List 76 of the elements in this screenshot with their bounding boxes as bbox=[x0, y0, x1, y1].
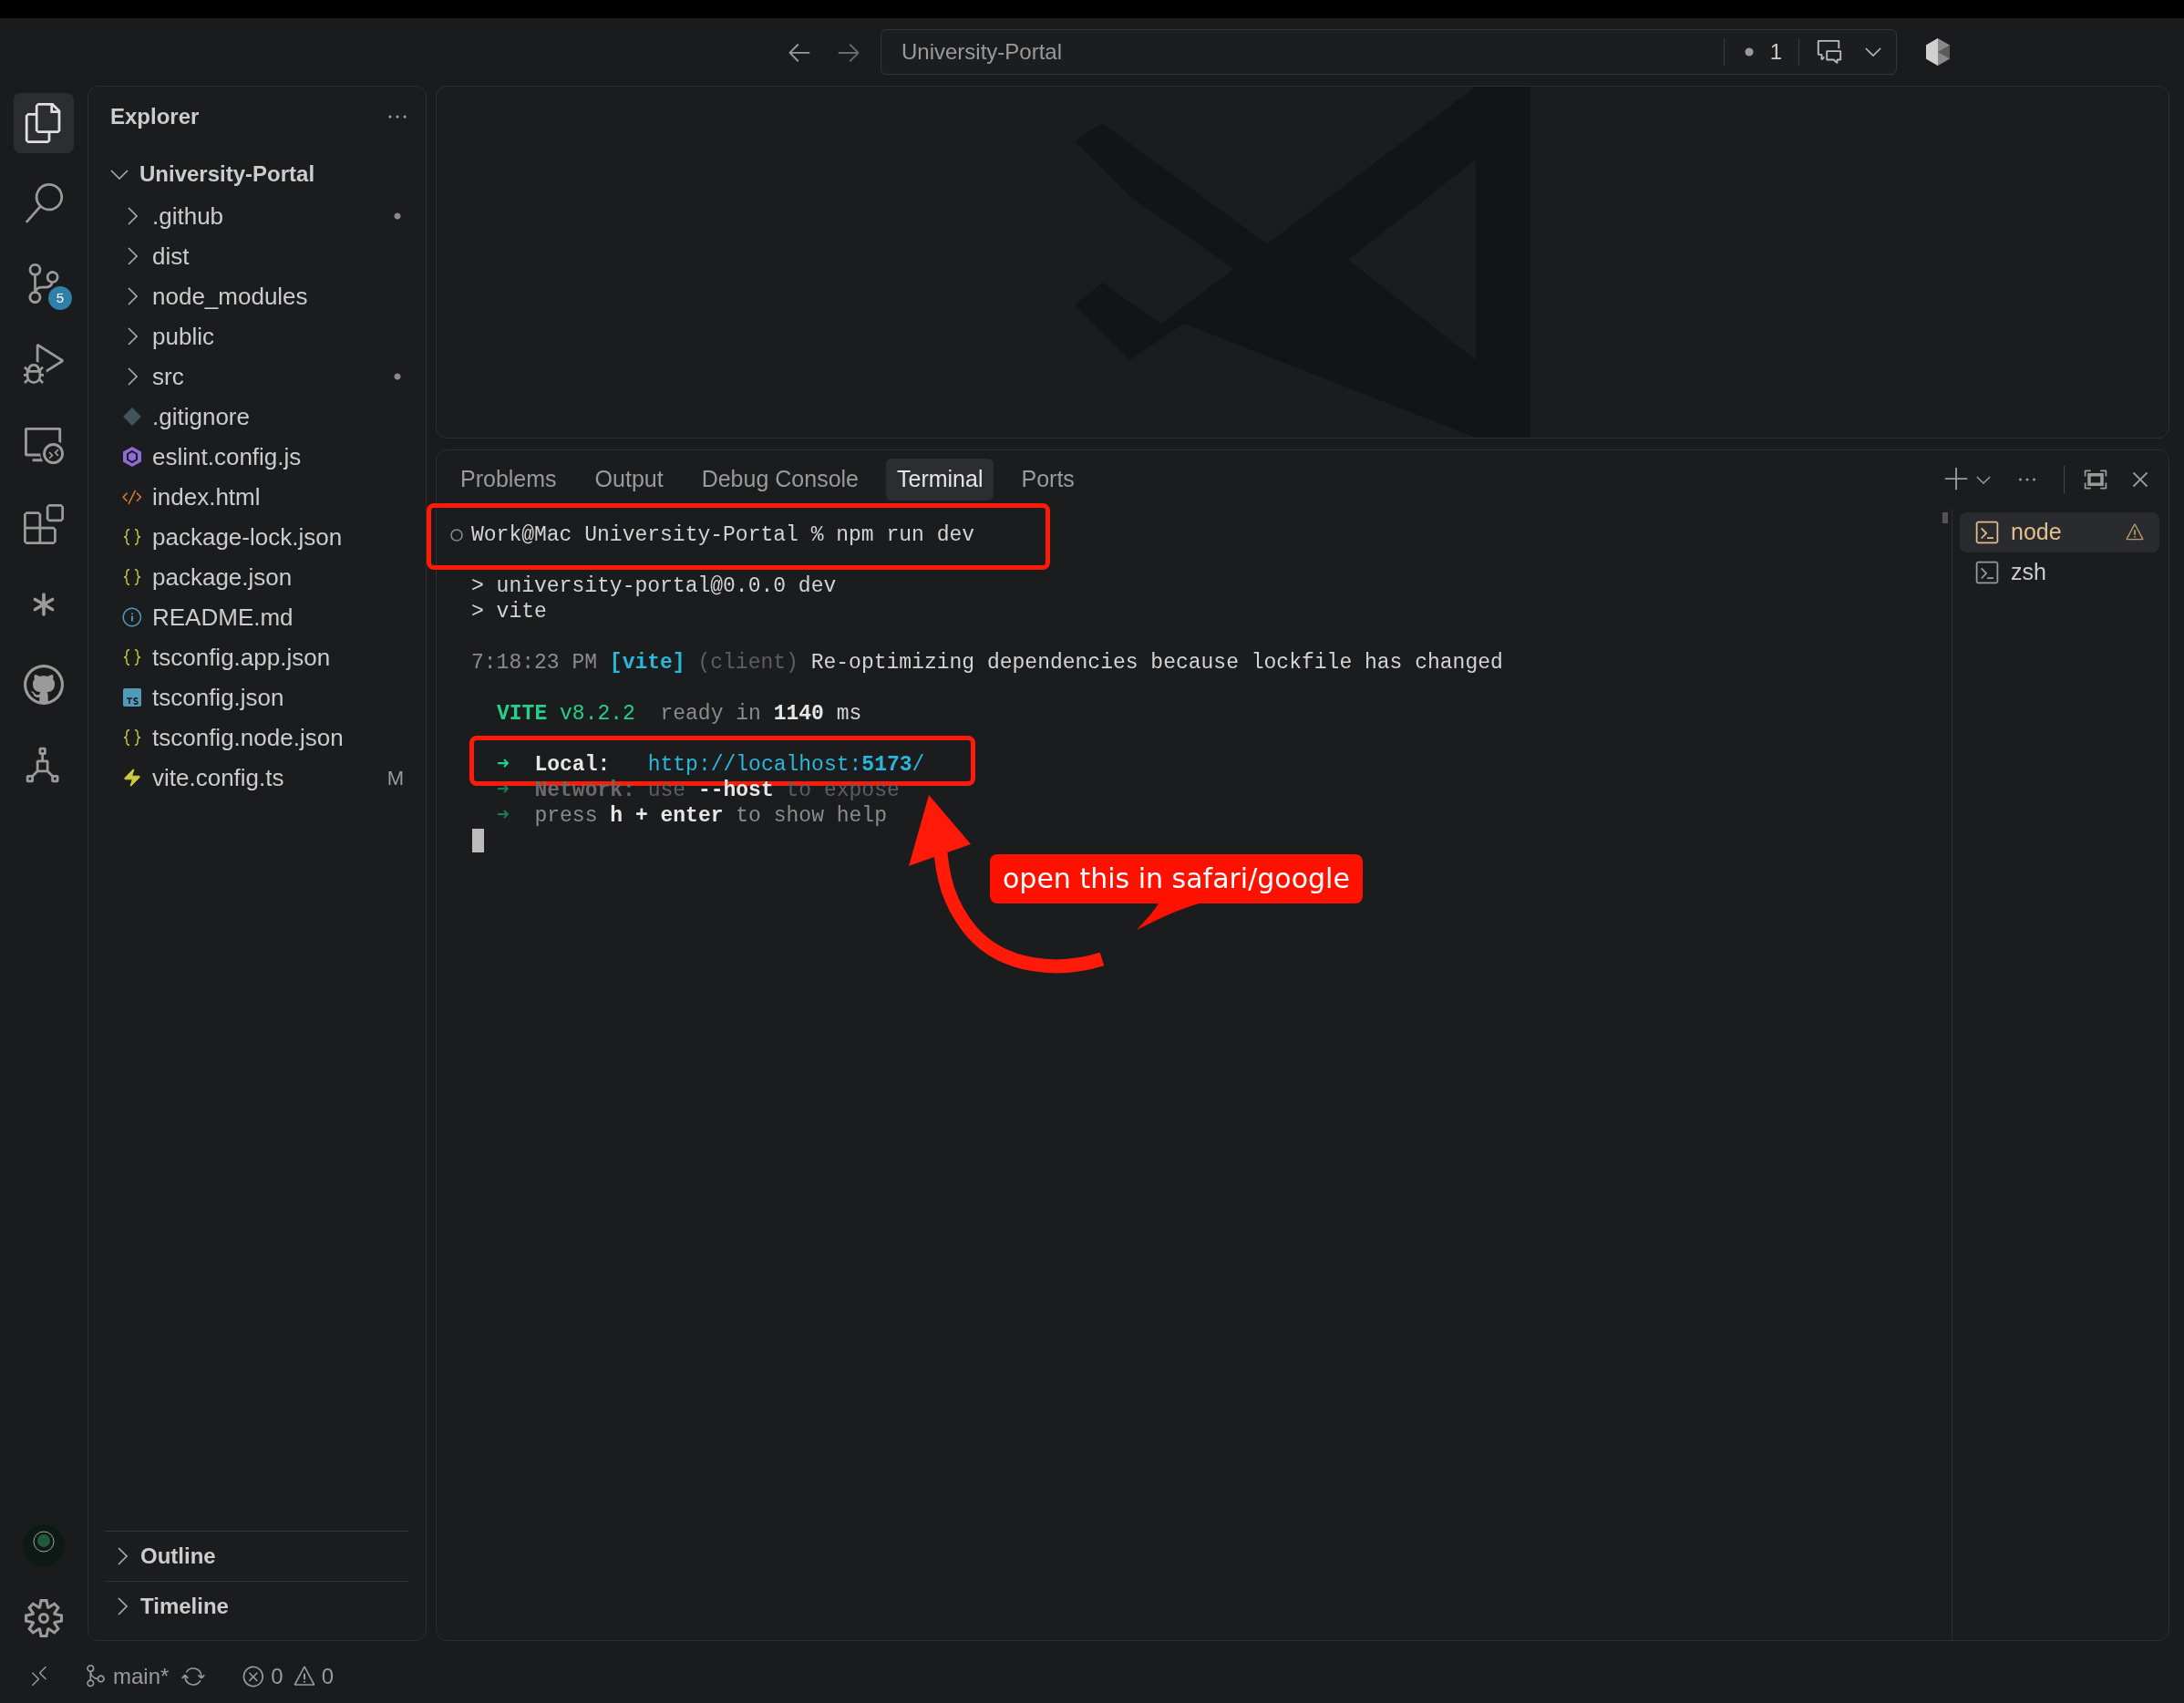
chevron-down-icon[interactable] bbox=[110, 169, 129, 180]
activity-item[interactable] bbox=[14, 93, 74, 153]
terminal-line: ➜ Local: http://localhost:5173/ bbox=[497, 752, 925, 778]
circle-icon bbox=[449, 528, 464, 542]
tree-item[interactable]: tsconfig.app.json bbox=[152, 639, 404, 676]
search-text: University-Portal bbox=[901, 38, 1064, 66]
panel-title: Explorer bbox=[110, 103, 200, 130]
tree-item[interactable]: public bbox=[152, 318, 404, 355]
tree-item[interactable]: index.html bbox=[152, 479, 404, 515]
avatar-icon[interactable] bbox=[23, 1524, 65, 1566]
github-icon bbox=[24, 665, 64, 705]
scrollbar-thumb[interactable] bbox=[1942, 512, 1948, 523]
sync-icon[interactable] bbox=[181, 1665, 206, 1688]
braces-icon bbox=[121, 646, 143, 668]
chevron-right-icon[interactable] bbox=[127, 287, 138, 305]
tree-item[interactable]: package-lock.json bbox=[152, 519, 404, 555]
tree-item[interactable]: tsconfig.json bbox=[152, 679, 404, 716]
tree-item[interactable]: README.md bbox=[152, 599, 404, 635]
git-status-letter: M bbox=[386, 765, 404, 791]
chevron-right-icon[interactable] bbox=[127, 247, 138, 265]
search-icon bbox=[24, 183, 64, 223]
chevron-down-icon[interactable] bbox=[1865, 47, 1881, 57]
command-center[interactable]: University-Portal 1 bbox=[881, 29, 1897, 75]
tree-item[interactable]: package.json bbox=[152, 559, 404, 595]
braces-icon bbox=[121, 526, 143, 548]
panel-tab[interactable]: Output bbox=[583, 459, 675, 501]
chevron-right-icon[interactable] bbox=[127, 367, 138, 386]
tree-item[interactable]: node_modules bbox=[152, 278, 404, 315]
panel-tab[interactable]: Terminal bbox=[886, 459, 994, 501]
terminal-line: > vite bbox=[471, 599, 547, 624]
tree-item[interactable]: .gitignore bbox=[152, 398, 404, 435]
terminal-icon bbox=[1974, 560, 2000, 585]
braces-icon bbox=[121, 566, 143, 588]
terminal-icon bbox=[1974, 520, 2000, 545]
activity-item[interactable]: 5 bbox=[14, 253, 74, 314]
extensions-icon bbox=[24, 504, 64, 544]
panel-tab[interactable]: Problems bbox=[449, 459, 568, 501]
chevron-right-icon[interactable] bbox=[118, 1597, 128, 1615]
terminal-line: ➜ press h + enter to show help bbox=[497, 803, 887, 829]
problems-status[interactable]: 0 0 bbox=[242, 1660, 335, 1693]
terminal-line: Work@Mac University-Portal % npm run dev bbox=[471, 522, 975, 548]
terminal-session[interactable]: node bbox=[1960, 512, 2159, 552]
tree-item[interactable]: vite.config.ts bbox=[152, 759, 378, 796]
run-debug-icon bbox=[24, 344, 64, 384]
tree-item[interactable]: eslint.config.js bbox=[152, 439, 404, 475]
section-header[interactable]: Outline bbox=[140, 1540, 216, 1573]
terminal-line: VITE v8.2.2 ready in 1140 ms bbox=[497, 701, 862, 727]
terminal-line: > university-portal@0.0.0 dev bbox=[471, 573, 837, 599]
info-icon bbox=[121, 606, 143, 628]
section-header[interactable]: Timeline bbox=[140, 1590, 229, 1623]
chevron-right-icon[interactable] bbox=[127, 207, 138, 225]
chevron-right-icon[interactable] bbox=[127, 327, 138, 346]
terminal-line: ➜ Network: use --host to expose bbox=[497, 778, 900, 803]
hexagon-icon bbox=[121, 446, 143, 468]
branch-status[interactable]: main* bbox=[84, 1660, 170, 1693]
lightning-icon bbox=[122, 768, 142, 788]
tree-item[interactable]: .github bbox=[152, 198, 382, 234]
warning-icon bbox=[292, 1665, 316, 1688]
settings-icon[interactable] bbox=[25, 1599, 63, 1637]
panel-tab[interactable]: Debug Console bbox=[690, 459, 870, 501]
panel-tab[interactable]: Ports bbox=[1010, 459, 1086, 501]
tree-item[interactable]: dist bbox=[152, 238, 404, 274]
tree-item[interactable]: University-Portal bbox=[139, 158, 315, 191]
terminal-line: 7:18:23 PM [vite] (client) Re-optimizing dependencies because lockfile has changed bbox=[471, 650, 1503, 676]
braces-icon bbox=[121, 727, 143, 748]
tree-item[interactable]: src bbox=[152, 358, 382, 395]
branch-icon bbox=[84, 1665, 108, 1688]
tree-item[interactable]: tsconfig.node.json bbox=[152, 719, 404, 756]
typescript-file-icon bbox=[123, 688, 141, 707]
error-icon bbox=[242, 1665, 266, 1688]
terminal-session[interactable]: zsh bbox=[1960, 552, 2159, 593]
count-badge: 5 bbox=[48, 286, 72, 310]
chat-icon[interactable] bbox=[1816, 38, 1843, 66]
chevron-right-icon[interactable] bbox=[118, 1547, 128, 1565]
chevron-down-icon[interactable] bbox=[1976, 475, 1991, 484]
indicator-count: 1 bbox=[1769, 38, 1782, 66]
